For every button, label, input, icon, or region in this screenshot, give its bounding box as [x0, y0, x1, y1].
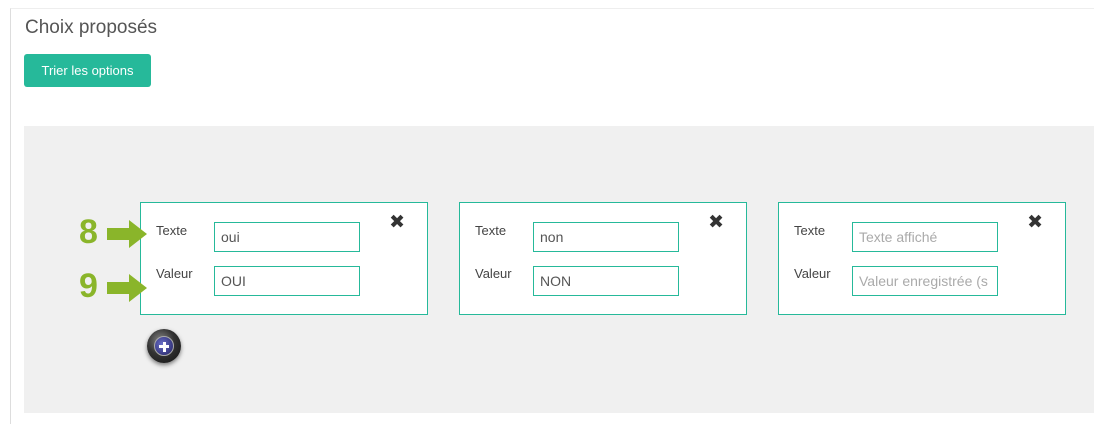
add-circle-icon [154, 336, 174, 356]
annotation-number-8: 8 [79, 213, 98, 251]
annotation-number-9: 9 [79, 267, 98, 305]
sort-options-button[interactable]: Trier les options [24, 54, 151, 87]
texte-label: Texte [475, 223, 507, 238]
remove-option-icon[interactable]: ✖ [1027, 213, 1043, 232]
valeur-label: Valeur [475, 266, 512, 281]
texte-label: Texte [794, 223, 826, 238]
texte-input[interactable] [533, 222, 679, 252]
texte-input[interactable] [214, 222, 360, 252]
option-card-1: Texte Valeur ✖ [140, 202, 428, 315]
valeur-label: Valeur [156, 266, 193, 281]
arrow-right-icon [107, 274, 147, 302]
valeur-label: Valeur [794, 266, 831, 281]
section-title: Choix proposés [25, 17, 158, 38]
valeur-input[interactable] [852, 266, 998, 296]
valeur-input[interactable] [533, 266, 679, 296]
remove-option-icon[interactable]: ✖ [389, 213, 405, 232]
remove-option-icon[interactable]: ✖ [708, 213, 724, 232]
option-card-3: Texte Valeur ✖ [778, 202, 1066, 315]
arrow-right-icon [107, 220, 147, 248]
option-card-2: Texte Valeur ✖ [459, 202, 747, 315]
texte-input[interactable] [852, 222, 998, 252]
add-option-button[interactable] [147, 329, 181, 363]
valeur-input[interactable] [214, 266, 360, 296]
texte-label: Texte [156, 223, 188, 238]
